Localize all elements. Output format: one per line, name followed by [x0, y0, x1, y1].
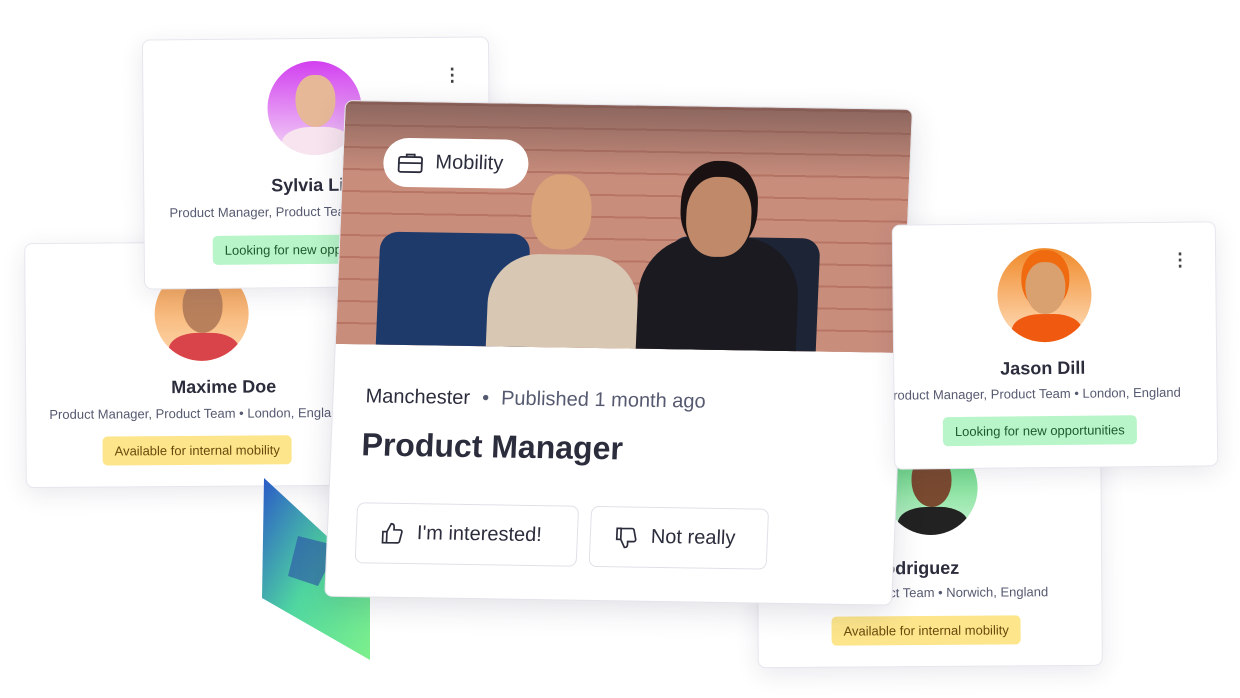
mobility-tag: Mobility [382, 137, 530, 189]
thumbs-down-icon [615, 526, 637, 548]
more-options-icon[interactable]: ⋮ [443, 65, 461, 85]
avatar [996, 247, 1092, 343]
interested-button[interactable]: I'm interested! [354, 502, 580, 567]
briefcase-icon [397, 153, 423, 173]
not-really-label: Not really [650, 525, 736, 550]
separator-dot: • [481, 387, 490, 410]
status-badge: Available for internal mobility [102, 435, 292, 466]
not-really-button[interactable]: Not really [588, 505, 770, 570]
interested-label: I'm interested! [416, 522, 543, 547]
job-location: Manchester [365, 385, 471, 409]
status-badge: Looking for new opportunities [942, 415, 1137, 447]
profile-card-jason[interactable]: ⋮ Jason Dill Product Manager, Product Te… [891, 221, 1219, 470]
profile-subtitle: Product Manager, Product Team • London, … [49, 404, 346, 422]
job-photo: Mobility [335, 101, 912, 353]
job-card[interactable]: Mobility Manchester • Published 1 month … [324, 100, 913, 606]
more-options-icon[interactable]: ⋮ [1171, 250, 1189, 270]
thumbs-up-icon [381, 522, 403, 544]
profile-subtitle: Product Manager, Product Team • London, … [891, 384, 1181, 403]
job-meta: Manchester • Published 1 month ago [365, 385, 706, 413]
profile-name: Jason Dill [1000, 357, 1086, 379]
status-badge: Available for internal mobility [831, 615, 1021, 646]
job-title: Product Manager [360, 426, 624, 467]
mobility-tag-label: Mobility [434, 151, 504, 175]
profile-name: Maxime Doe [171, 376, 277, 398]
job-published: Published 1 month ago [500, 387, 707, 413]
